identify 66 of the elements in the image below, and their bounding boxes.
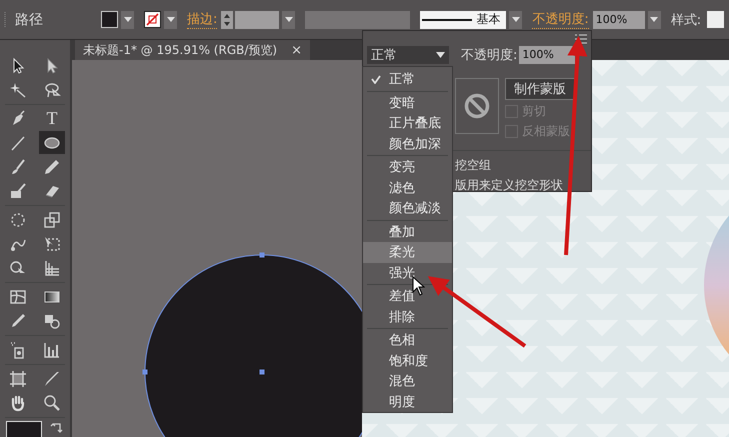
tool-button[interactable]: T <box>39 107 65 130</box>
opacity-label: 不透明度: <box>461 47 518 64</box>
blob-brush-icon[interactable] <box>9 182 27 200</box>
grip-icon <box>4 12 7 28</box>
dropdown-button[interactable] <box>164 10 177 28</box>
knife-icon[interactable] <box>43 370 61 388</box>
stroke-label[interactable]: 描边: <box>187 10 218 29</box>
blend-mode-option[interactable]: 强光 <box>363 262 452 283</box>
zoom-icon[interactable] <box>43 394 61 412</box>
graphic-style-swatch[interactable] <box>707 11 724 28</box>
bar-chart-icon[interactable] <box>43 340 61 358</box>
dropdown-button[interactable] <box>282 10 296 28</box>
swap-arrows-icon[interactable] <box>50 421 64 435</box>
blend-mode-option[interactable]: 色相 <box>363 330 452 350</box>
fill-swatch[interactable] <box>6 421 42 437</box>
hand-icon[interactable] <box>9 394 27 412</box>
opacity-mask-knockout-label: 版用来定义挖空形状 <box>455 177 564 194</box>
blend-mode-option[interactable]: 饱和度 <box>363 350 452 371</box>
opacity-label[interactable]: 不透明度: <box>532 10 589 29</box>
blend-mode-option[interactable]: 明度 <box>363 392 452 412</box>
style-label: 样式: <box>670 12 702 28</box>
paintbrush-icon[interactable] <box>9 158 27 176</box>
blend-mode-option[interactable]: 颜色减淡 <box>363 198 452 218</box>
blend-mode-option[interactable]: 变亮 <box>363 157 452 178</box>
tool-button[interactable] <box>39 131 65 154</box>
dropdown-arrow-icon[interactable] <box>436 52 445 58</box>
artboard-icon[interactable] <box>9 370 27 388</box>
eyedropper-icon[interactable] <box>9 312 27 330</box>
blend-mode-option[interactable]: 叠加 <box>363 222 452 242</box>
blend-mode-option[interactable]: 变暗 <box>363 92 452 113</box>
knockout-group-label: 挖空组 <box>455 157 492 174</box>
blend-mode-option[interactable]: 柔光 <box>363 242 452 262</box>
mask-thumbnail[interactable] <box>455 78 499 134</box>
blend-mode-option[interactable]: 正片叠底 <box>363 113 452 134</box>
no-symbol-icon <box>464 93 490 119</box>
pencil-icon[interactable] <box>43 158 61 176</box>
blend-mode-dropdown[interactable]: 正常 <box>367 46 449 64</box>
document-tab[interactable]: 未标题-1* @ 195.91% (RGB/预览) × <box>75 40 310 60</box>
make-mask-button[interactable]: 制作蒙版 <box>505 78 575 100</box>
opacity-field[interactable]: 100% <box>592 10 645 28</box>
no-stroke-swatch[interactable] <box>144 11 161 28</box>
fill-swatch[interactable] <box>101 11 118 28</box>
blend-mode-option[interactable]: 差值 <box>363 286 452 306</box>
stroke-weight-field[interactable] <box>235 10 280 28</box>
scale-icon[interactable] <box>43 210 61 228</box>
blend-mode-option[interactable]: 颜色加深 <box>363 134 452 154</box>
rotate-icon[interactable] <box>9 210 27 228</box>
blend-mode-option[interactable]: 正常 <box>363 69 452 90</box>
blend-mode-option[interactable]: 滤色 <box>363 178 452 198</box>
checkmark-icon <box>371 74 381 84</box>
dropdown-button[interactable] <box>648 10 661 28</box>
blend-mode-option[interactable]: 混色 <box>363 371 452 392</box>
perspective-grid-icon[interactable] <box>43 258 61 276</box>
object-type-label: 路径 <box>15 10 44 28</box>
mesh-icon[interactable] <box>9 288 27 306</box>
close-tab-button[interactable]: × <box>291 42 302 58</box>
stepper-icon[interactable] <box>221 10 234 28</box>
dropdown-button[interactable] <box>121 10 134 28</box>
brush-profile-dropdown[interactable]: 基本 <box>420 10 506 28</box>
free-transform-icon[interactable] <box>43 234 61 252</box>
opacity-field[interactable]: 100% <box>519 46 576 64</box>
panel-menu-icon[interactable] <box>575 34 587 44</box>
blend-mode-option[interactable]: 排除 <box>363 306 452 327</box>
lasso-icon[interactable] <box>43 80 61 98</box>
stroke-line-icon <box>422 18 472 22</box>
dropdown-button[interactable] <box>509 10 522 28</box>
